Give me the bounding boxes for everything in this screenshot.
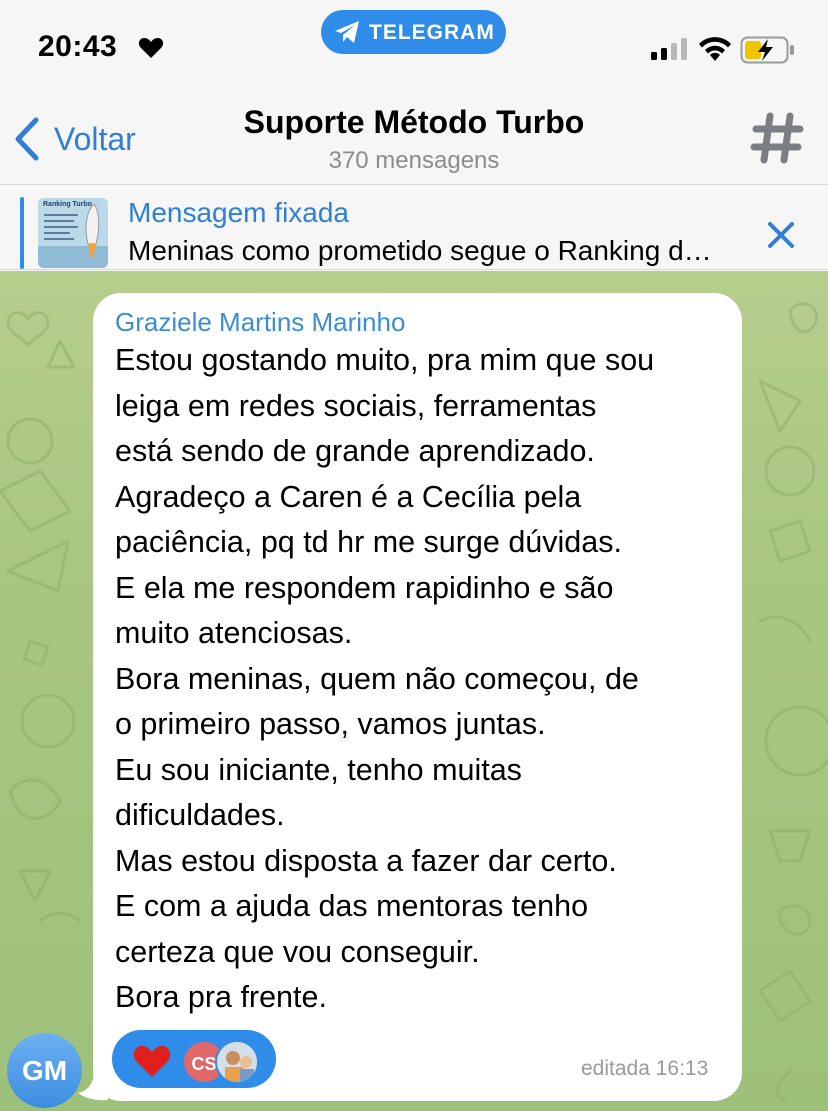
message-line: dificuldades.	[115, 798, 285, 832]
chat-background: GM Graziele Martins Marinho Estou gostan…	[0, 271, 828, 1111]
message-line: Bora meninas, quem não começou, de	[115, 661, 639, 696]
sender-name[interactable]: Graziele Martins Marinho	[115, 307, 405, 338]
status-time: 20:43	[38, 30, 118, 63]
pinned-indicator	[20, 197, 24, 269]
message-line: E com a ajuda das mentoras tenho	[115, 889, 589, 923]
topic-hash-icon[interactable]	[750, 110, 806, 166]
message-timestamp: editada 16:13	[581, 1057, 709, 1080]
message-line: Bora pra frente.	[115, 980, 327, 1014]
rocket-image-icon	[38, 198, 108, 268]
pinned-title: Mensagem fixada	[128, 197, 350, 228]
pinned-thumbnail-caption: Ranking Turbo	[43, 201, 92, 208]
pinned-preview: Meninas como prometido segue o Ranking d…	[128, 235, 712, 266]
message-line: Agradeço a Caren é a Cecília pela	[115, 479, 582, 514]
battery-charging-icon	[740, 36, 794, 64]
message-line: muito atenciosas.	[115, 616, 353, 650]
message-line: Estou gostando muito, pra mim que sou	[115, 343, 655, 377]
chat-header: Voltar Suporte Método Turbo 370 mensagen…	[0, 92, 828, 184]
pinned-message-bar[interactable]: Ranking Turbo Mensagem fixada Meninas co…	[0, 184, 828, 270]
cellular-signal-icon	[651, 38, 687, 60]
message-line: Eu sou iniciante, tenho muitas	[115, 752, 522, 787]
message-bubble[interactable]: Graziele Martins Marinho Estou gostando …	[93, 293, 742, 1101]
sender-avatar[interactable]: GM	[7, 1033, 82, 1108]
wifi-icon	[699, 37, 731, 61]
message-line: o primeiro passo, vamos juntas.	[115, 707, 546, 741]
telegram-pill[interactable]: TELEGRAM	[321, 10, 506, 54]
message-line: Mas estou disposta a fazer dar certo.	[115, 843, 617, 878]
message-line: está sendo de grande aprendizado.	[115, 434, 595, 468]
heart-reaction-icon	[133, 1046, 171, 1077]
telegram-icon	[335, 21, 359, 43]
message-line: paciência, pq td hr me surge dúvidas.	[115, 525, 622, 559]
user-photo-icon	[217, 1042, 257, 1082]
message-count: 370 mensagens	[328, 147, 500, 174]
close-icon[interactable]	[765, 219, 797, 251]
heart-icon	[138, 38, 164, 58]
pinned-thumbnail: Ranking Turbo	[38, 198, 108, 268]
message-line: E ela me respondem rapidinho e são	[115, 570, 614, 605]
reactions-pill[interactable]: CS	[112, 1030, 276, 1088]
telegram-pill-label: TELEGRAM	[369, 21, 495, 44]
message-line: certeza que vou conseguir.	[115, 934, 480, 969]
chat-title[interactable]: Suporte Método Turbo	[0, 104, 828, 141]
reactor-avatar-photo[interactable]	[215, 1040, 259, 1084]
message-line: leiga em redes sociais, ferramentas	[115, 388, 597, 423]
status-bar: 20:43 TELEGRAM	[0, 0, 828, 92]
